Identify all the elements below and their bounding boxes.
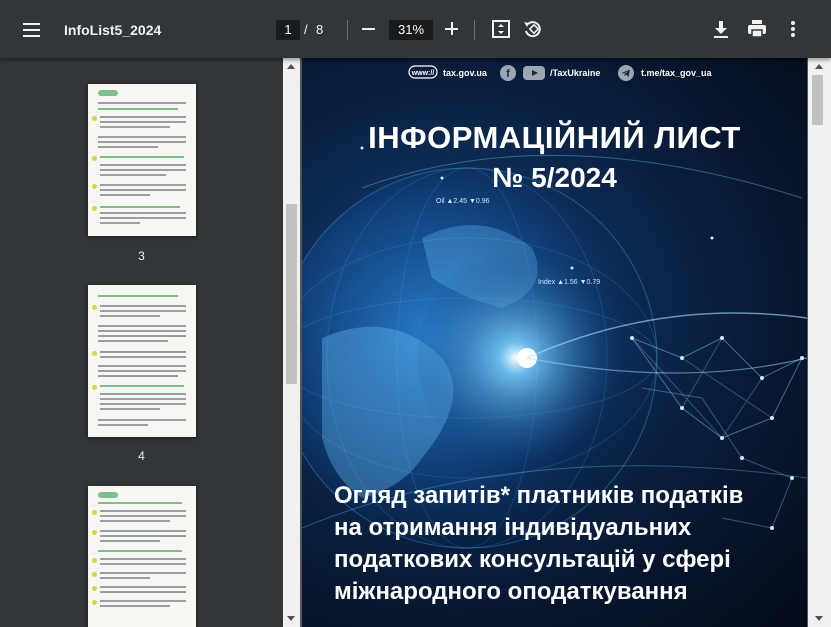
print-icon[interactable] [745,17,769,41]
www-icon: www:// [408,65,438,81]
thumbnail-label: 4 [138,449,145,463]
subtitle-line: на отримання індивідуальних [334,514,692,541]
page-total: 8 [316,22,324,37]
minus-icon[interactable] [358,18,380,40]
social-handle[interactable]: /TaxUkraine [550,68,600,78]
fit-to-page-icon[interactable] [489,17,513,41]
thumbnail-sidebar: 3 4 [0,58,283,627]
subtitle-line: міжнародного оподаткування [334,578,688,605]
menu-icon[interactable] [18,18,46,42]
youtube-icon[interactable] [523,66,545,82]
plus-icon[interactable] [441,18,463,40]
telegram-link[interactable]: t.me/tax_gov_ua [641,68,712,78]
scroll-down-arrow-icon[interactable] [815,616,823,621]
svg-text:www://: www:// [411,70,435,77]
toolbar-divider [347,20,348,40]
rotate-icon[interactable] [521,17,545,41]
download-icon[interactable] [709,17,733,41]
zoom-input[interactable]: 31% [389,20,433,40]
page-thumbnail-5[interactable] [88,486,196,627]
page-separator: / [304,22,308,37]
ticker-oil: Oil ▲2.45 ▼0.96 [436,198,490,205]
scroll-up-arrow-icon[interactable] [287,64,295,69]
page-thumbnail-3[interactable] [88,84,196,236]
document-viewer[interactable]: www:// tax.gov.ua f /TaxUkraine t.me/tax… [300,58,831,627]
telegram-icon[interactable] [618,65,634,83]
subtitle-line: Огляд запитів* платників податків [334,482,744,509]
document-heading: ІНФОРМАЦІЙНИЙ ЛИСТ [368,120,741,155]
subtitle-line: податкових консультацій у сфері [334,546,731,573]
more-vert-icon[interactable] [781,17,805,41]
document-number: № 5/2024 [492,162,617,193]
svg-text:f: f [506,68,510,80]
scroll-down-arrow-icon[interactable] [287,616,295,621]
sidebar-scrollbar[interactable] [283,58,300,627]
page-number-input[interactable]: 1 [276,20,300,40]
thumbnail-label: 3 [138,249,145,263]
scroll-up-arrow-icon[interactable] [815,64,823,69]
page-thumbnail-4[interactable] [88,285,196,437]
scrollbar-thumb[interactable] [286,204,297,384]
document-title: InfoList5_2024 [64,22,162,38]
scrollbar-thumb[interactable] [812,75,823,125]
ticker-index: Index ▲1.56 ▼0.79 [538,279,601,286]
viewer-scrollbar[interactable] [808,58,831,627]
facebook-icon[interactable]: f [500,65,516,83]
toolbar-divider [474,20,475,40]
pdf-page: www:// tax.gov.ua f /TaxUkraine t.me/tax… [302,58,807,627]
site-link[interactable]: tax.gov.ua [443,68,487,78]
pdf-toolbar: InfoList5_2024 1 / 8 31% [0,0,831,58]
